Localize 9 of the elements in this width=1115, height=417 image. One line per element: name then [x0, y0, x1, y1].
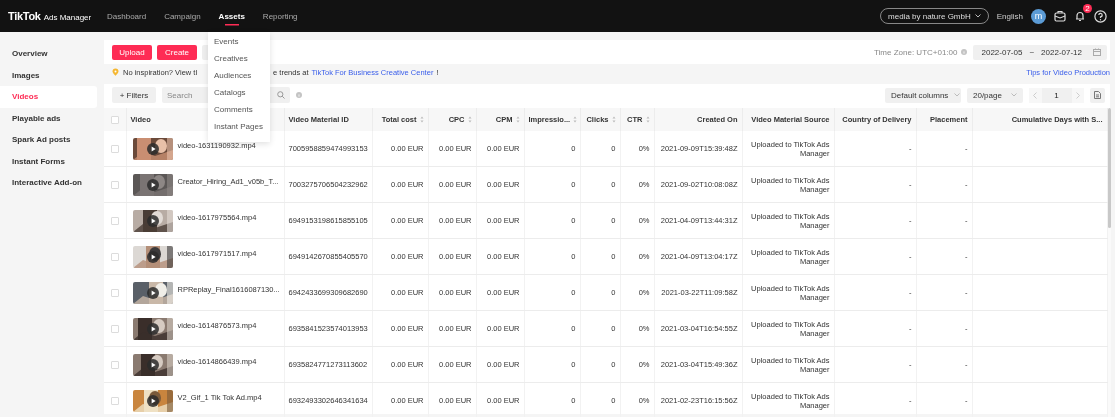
timezone-label: Time Zone: UTC+01:00: [873, 47, 958, 57]
account-name: media by nature GmbH: [888, 11, 971, 21]
end-date: 2022-07-12: [1041, 47, 1082, 57]
notification-badge: 2: [1083, 4, 1092, 13]
product-name: Ads Manager: [43, 13, 92, 22]
select-value: Default columns: [891, 90, 949, 100]
select-value: 20/page: [973, 90, 1002, 100]
start-date: 2022-07-05: [981, 47, 1023, 57]
date-separator: ~: [1029, 47, 1035, 57]
